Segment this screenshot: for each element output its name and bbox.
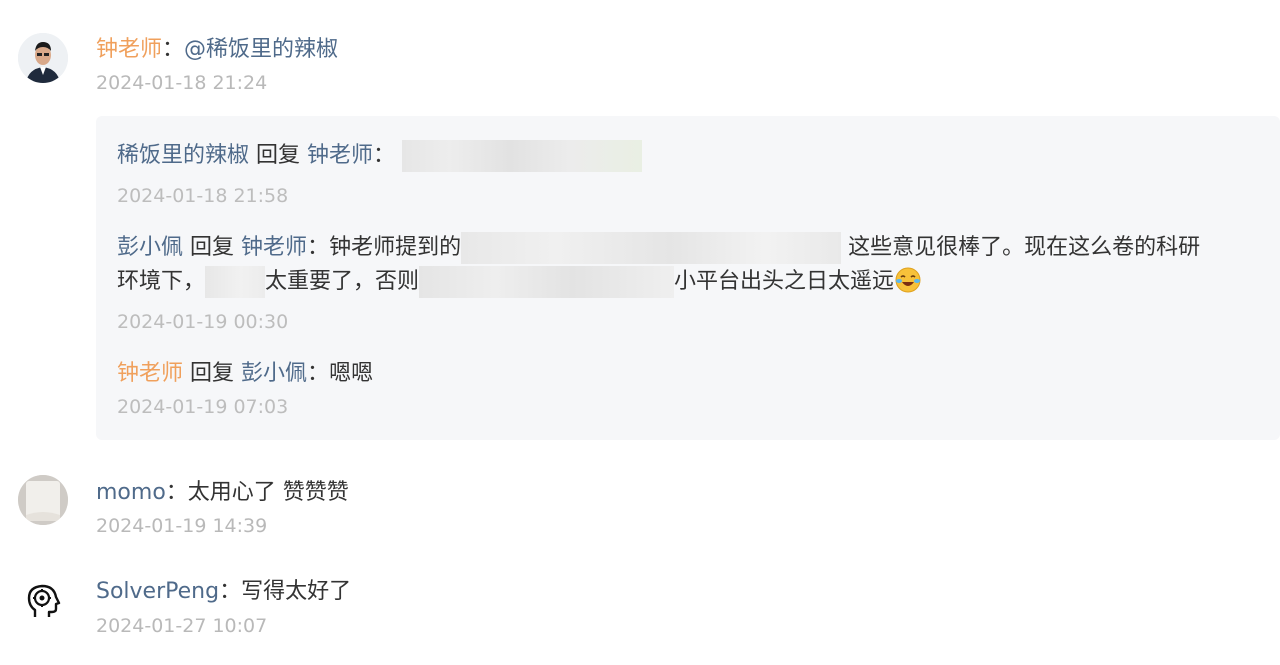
comment-author[interactable]: SolverPeng	[96, 579, 219, 604]
reply-text: 这些意见很棒了。现在这么卷的科研	[848, 235, 1201, 260]
brain-head-icon	[18, 575, 68, 625]
blank-avatar-icon	[18, 475, 68, 525]
comment-body: SolverPeng：写得太好了	[96, 577, 351, 607]
reply-text: 太重要了，否则	[265, 269, 420, 294]
comment-author[interactable]: momo	[96, 480, 166, 505]
avatar[interactable]	[18, 475, 68, 525]
reply-body: 稀饭里的辣椒 回复 钟老师：	[117, 140, 643, 172]
comment-date: 2024-01-18 21:24	[96, 72, 268, 94]
comment-author[interactable]: 钟老师	[96, 37, 162, 62]
person-avatar-icon	[18, 33, 68, 83]
blurred-content	[402, 140, 643, 172]
reply-target[interactable]: 钟老师	[241, 235, 307, 260]
reply-date: 2024-01-19 07:03	[117, 396, 289, 418]
comment-body: 钟老师：@稀饭里的辣椒	[96, 35, 338, 65]
comment-date: 2024-01-27 10:07	[96, 615, 268, 637]
reply-date: 2024-01-18 21:58	[117, 185, 289, 207]
laughing-crying-emoji-icon	[895, 267, 921, 293]
avatar[interactable]	[18, 33, 68, 83]
reply-body: 彭小佩 回复 钟老师：钟老师提到的 这些意见很棒了。现在这么卷的科研	[117, 232, 1200, 264]
reply-user[interactable]: 稀饭里的辣椒	[117, 143, 249, 168]
reply-user[interactable]: 钟老师	[117, 361, 183, 386]
reply-thread: 稀饭里的辣椒 回复 钟老师： 2024-01-18 21:58 彭小佩 回复 钟…	[96, 116, 1280, 440]
reply-text: 小平台出头之日太遥远	[674, 269, 895, 294]
comment-text: 写得太好了	[241, 579, 352, 604]
avatar[interactable]	[18, 575, 68, 625]
comment-body: momo：太用心了 赞赞赞	[96, 478, 349, 508]
blurred-content	[461, 232, 842, 264]
separator: ：	[307, 235, 330, 260]
reply-user[interactable]: 彭小佩	[117, 235, 183, 260]
reply-action: 回复	[256, 143, 301, 168]
separator: ：	[373, 143, 396, 168]
separator: ：	[219, 579, 242, 604]
reply-text: 嗯嗯	[329, 361, 374, 386]
blurred-content	[205, 266, 266, 298]
reply-action: 回复	[190, 235, 235, 260]
reply-target[interactable]: 彭小佩	[241, 361, 307, 386]
reply-body: 钟老师 回复 彭小佩：嗯嗯	[117, 358, 373, 390]
reply-action: 回复	[190, 361, 235, 386]
reply-target[interactable]: 钟老师	[307, 143, 373, 168]
mention-link[interactable]: @稀饭里的辣椒	[184, 37, 338, 62]
comment-text: 太用心了 赞赞赞	[187, 480, 349, 505]
reply-text: 钟老师提到的	[329, 235, 462, 260]
separator: ：	[307, 361, 330, 386]
reply-date: 2024-01-19 00:30	[117, 311, 289, 333]
separator: ：	[165, 480, 188, 505]
reply-text: 环境下，	[117, 269, 206, 294]
separator: ：	[162, 37, 185, 62]
comment-date: 2024-01-19 14:39	[96, 515, 268, 537]
reply-body-line2: 环境下， 太重要了，否则 小平台出头之日太遥远	[117, 266, 922, 298]
blurred-content	[419, 266, 675, 298]
